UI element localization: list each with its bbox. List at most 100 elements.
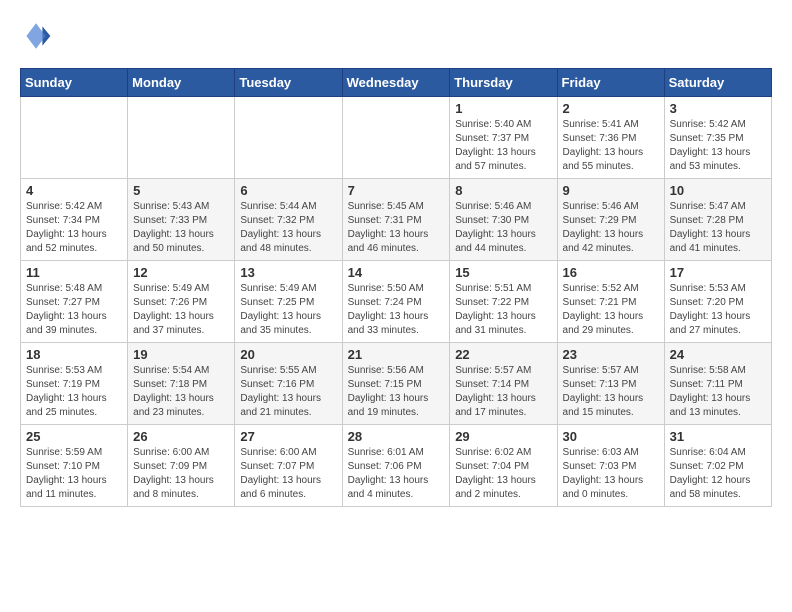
- day-number: 4: [26, 183, 122, 198]
- day-info: Sunrise: 6:01 AM Sunset: 7:06 PM Dayligh…: [348, 446, 445, 502]
- calendar-cell: 18 Sunrise: 5:53 AM Sunset: 7:19 PM Dayli…: [21, 343, 128, 425]
- calendar-cell: 7Sunrise: 5:45 AM Sunset: 7:31 PM Daylig…: [342, 179, 450, 261]
- calendar-cell: 17 Sunrise: 5:53 AM Sunset: 7:20 PM Dayli…: [664, 261, 771, 343]
- day-info: Sunrise: 5:58 AM Sunset: 7:11 PM Dayligh…: [670, 364, 766, 420]
- day-number: 16: [563, 265, 659, 280]
- day-number: 25: [26, 429, 122, 444]
- calendar-cell: 9 Sunrise: 5:46 AM Sunset: 7:29 PM Daylig…: [557, 179, 664, 261]
- calendar-table: SundayMondayTuesdayWednesdayThursdayFrid…: [20, 68, 772, 507]
- calendar-cell: 13 Sunrise: 5:49 AM Sunset: 7:25 PM Dayli…: [235, 261, 342, 343]
- calendar-week-4: 18 Sunrise: 5:53 AM Sunset: 7:19 PM Dayli…: [21, 343, 772, 425]
- calendar-cell: 22 Sunrise: 5:57 AM Sunset: 7:14 PM Dayli…: [450, 343, 557, 425]
- calendar-cell: 28 Sunrise: 6:01 AM Sunset: 7:06 PM Dayli…: [342, 425, 450, 507]
- day-info: Sunrise: 5:41 AM Sunset: 7:36 PM Dayligh…: [563, 118, 659, 174]
- calendar-cell: 23 Sunrise: 5:57 AM Sunset: 7:13 PM Dayli…: [557, 343, 664, 425]
- calendar-cell: 31 Sunrise: 6:04 AM Sunset: 7:02 PM Dayli…: [664, 425, 771, 507]
- calendar-cell: 24 Sunrise: 5:58 AM Sunset: 7:11 PM Dayli…: [664, 343, 771, 425]
- day-info: Sunrise: 5:56 AM Sunset: 7:15 PM Dayligh…: [348, 364, 445, 420]
- calendar-header-row: SundayMondayTuesdayWednesdayThursdayFrid…: [21, 69, 772, 97]
- day-info: Sunrise: 5:57 AM Sunset: 7:14 PM Dayligh…: [455, 364, 551, 420]
- day-header-monday: Monday: [128, 69, 235, 97]
- calendar-cell: 11 Sunrise: 5:48 AM Sunset: 7:27 PM Dayli…: [21, 261, 128, 343]
- calendar-week-2: 4Sunrise: 5:42 AM Sunset: 7:34 PM Daylig…: [21, 179, 772, 261]
- day-number: 30: [563, 429, 659, 444]
- calendar-cell: 20Sunrise: 5:55 AM Sunset: 7:16 PM Dayli…: [235, 343, 342, 425]
- day-info: Sunrise: 5:50 AM Sunset: 7:24 PM Dayligh…: [348, 282, 445, 338]
- day-header-tuesday: Tuesday: [235, 69, 342, 97]
- day-number: 11: [26, 265, 122, 280]
- day-number: 21: [348, 347, 445, 362]
- day-header-friday: Friday: [557, 69, 664, 97]
- day-info: Sunrise: 5:42 AM Sunset: 7:35 PM Dayligh…: [670, 118, 766, 174]
- calendar-cell: [128, 97, 235, 179]
- day-number: 2: [563, 101, 659, 116]
- day-header-saturday: Saturday: [664, 69, 771, 97]
- calendar-cell: 15Sunrise: 5:51 AM Sunset: 7:22 PM Dayli…: [450, 261, 557, 343]
- calendar-cell: 3Sunrise: 5:42 AM Sunset: 7:35 PM Daylig…: [664, 97, 771, 179]
- day-number: 29: [455, 429, 551, 444]
- day-info: Sunrise: 5:59 AM Sunset: 7:10 PM Dayligh…: [26, 446, 122, 502]
- day-number: 9: [563, 183, 659, 198]
- calendar-cell: [235, 97, 342, 179]
- day-number: 24: [670, 347, 766, 362]
- day-info: Sunrise: 5:46 AM Sunset: 7:29 PM Dayligh…: [563, 200, 659, 256]
- day-info: Sunrise: 5:57 AM Sunset: 7:13 PM Dayligh…: [563, 364, 659, 420]
- calendar-cell: 6Sunrise: 5:44 AM Sunset: 7:32 PM Daylig…: [235, 179, 342, 261]
- day-info: Sunrise: 6:00 AM Sunset: 7:07 PM Dayligh…: [240, 446, 336, 502]
- day-info: Sunrise: 5:40 AM Sunset: 7:37 PM Dayligh…: [455, 118, 551, 174]
- calendar-cell: 30 Sunrise: 6:03 AM Sunset: 7:03 PM Dayli…: [557, 425, 664, 507]
- day-number: 27: [240, 429, 336, 444]
- day-number: 26: [133, 429, 229, 444]
- day-info: Sunrise: 5:48 AM Sunset: 7:27 PM Dayligh…: [26, 282, 122, 338]
- calendar-cell: 8 Sunrise: 5:46 AM Sunset: 7:30 PM Daylig…: [450, 179, 557, 261]
- calendar-week-5: 25 Sunrise: 5:59 AM Sunset: 7:10 PM Dayli…: [21, 425, 772, 507]
- day-info: Sunrise: 5:49 AM Sunset: 7:25 PM Dayligh…: [240, 282, 336, 338]
- day-number: 17: [670, 265, 766, 280]
- day-header-wednesday: Wednesday: [342, 69, 450, 97]
- logo: [20, 20, 56, 52]
- day-number: 14: [348, 265, 445, 280]
- day-number: 15: [455, 265, 551, 280]
- day-info: Sunrise: 6:02 AM Sunset: 7:04 PM Dayligh…: [455, 446, 551, 502]
- day-number: 6: [240, 183, 336, 198]
- calendar-week-3: 11 Sunrise: 5:48 AM Sunset: 7:27 PM Dayli…: [21, 261, 772, 343]
- calendar-cell: 14 Sunrise: 5:50 AM Sunset: 7:24 PM Dayli…: [342, 261, 450, 343]
- day-header-sunday: Sunday: [21, 69, 128, 97]
- day-number: 12: [133, 265, 229, 280]
- day-number: 8: [455, 183, 551, 198]
- day-info: Sunrise: 6:04 AM Sunset: 7:02 PM Dayligh…: [670, 446, 766, 502]
- day-info: Sunrise: 5:54 AM Sunset: 7:18 PM Dayligh…: [133, 364, 229, 420]
- calendar-cell: [342, 97, 450, 179]
- calendar-cell: 27 Sunrise: 6:00 AM Sunset: 7:07 PM Dayli…: [235, 425, 342, 507]
- day-info: Sunrise: 5:49 AM Sunset: 7:26 PM Dayligh…: [133, 282, 229, 338]
- day-number: 28: [348, 429, 445, 444]
- calendar-cell: 19 Sunrise: 5:54 AM Sunset: 7:18 PM Dayli…: [128, 343, 235, 425]
- logo-icon: [20, 20, 52, 52]
- calendar-week-1: 1 Sunrise: 5:40 AM Sunset: 7:37 PM Daylig…: [21, 97, 772, 179]
- calendar-cell: 10Sunrise: 5:47 AM Sunset: 7:28 PM Dayli…: [664, 179, 771, 261]
- day-number: 31: [670, 429, 766, 444]
- day-number: 22: [455, 347, 551, 362]
- day-info: Sunrise: 5:52 AM Sunset: 7:21 PM Dayligh…: [563, 282, 659, 338]
- page-header: [20, 20, 772, 52]
- day-number: 1: [455, 101, 551, 116]
- calendar-cell: 4Sunrise: 5:42 AM Sunset: 7:34 PM Daylig…: [21, 179, 128, 261]
- day-number: 23: [563, 347, 659, 362]
- day-number: 10: [670, 183, 766, 198]
- calendar-cell: 12 Sunrise: 5:49 AM Sunset: 7:26 PM Dayli…: [128, 261, 235, 343]
- calendar-cell: 2 Sunrise: 5:41 AM Sunset: 7:36 PM Daylig…: [557, 97, 664, 179]
- calendar-cell: 21 Sunrise: 5:56 AM Sunset: 7:15 PM Dayli…: [342, 343, 450, 425]
- calendar-cell: 26Sunrise: 6:00 AM Sunset: 7:09 PM Dayli…: [128, 425, 235, 507]
- day-info: Sunrise: 6:03 AM Sunset: 7:03 PM Dayligh…: [563, 446, 659, 502]
- day-info: Sunrise: 5:53 AM Sunset: 7:19 PM Dayligh…: [26, 364, 122, 420]
- day-number: 19: [133, 347, 229, 362]
- day-number: 20: [240, 347, 336, 362]
- calendar-cell: 1 Sunrise: 5:40 AM Sunset: 7:37 PM Daylig…: [450, 97, 557, 179]
- day-number: 13: [240, 265, 336, 280]
- day-info: Sunrise: 5:46 AM Sunset: 7:30 PM Dayligh…: [455, 200, 551, 256]
- calendar-cell: 16 Sunrise: 5:52 AM Sunset: 7:21 PM Dayli…: [557, 261, 664, 343]
- day-info: Sunrise: 5:53 AM Sunset: 7:20 PM Dayligh…: [670, 282, 766, 338]
- day-number: 18: [26, 347, 122, 362]
- day-number: 5: [133, 183, 229, 198]
- calendar-cell: [21, 97, 128, 179]
